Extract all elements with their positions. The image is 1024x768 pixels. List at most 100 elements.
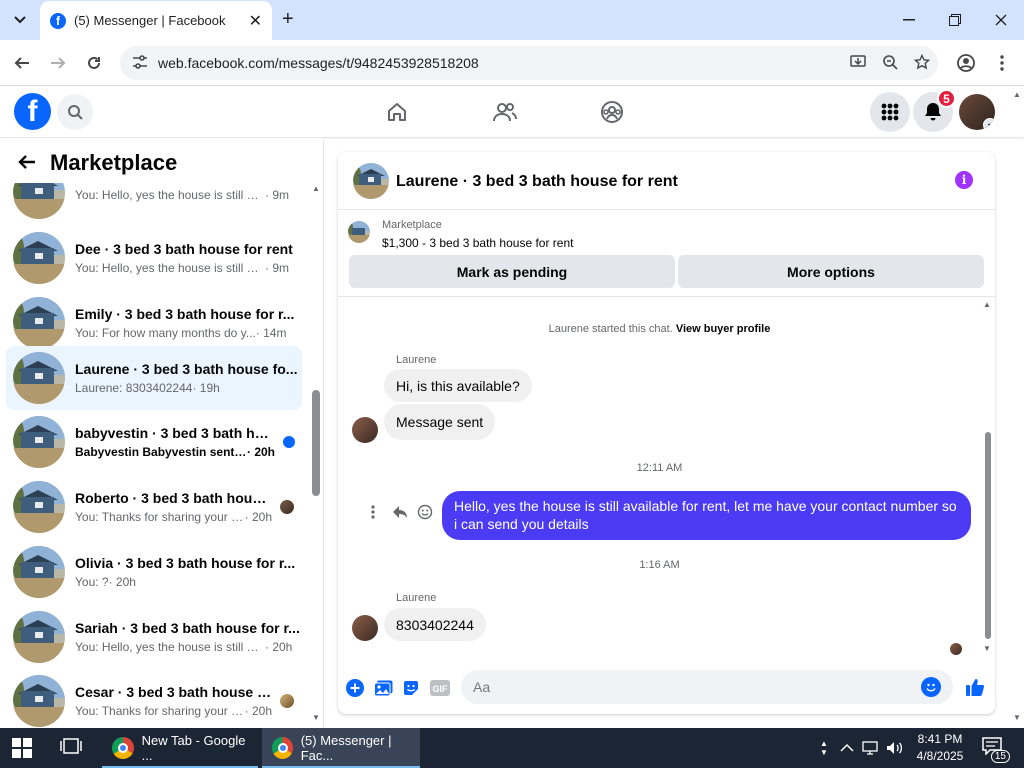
url-text[interactable]: web.facebook.com/messages/t/948245392851… — [158, 55, 842, 71]
scroll-down-arrow-icon[interactable]: ▼ — [983, 644, 991, 653]
conversation-item[interactable]: You: Hello, yes the house is still av...… — [6, 183, 302, 225]
new-tab-button[interactable]: + — [282, 8, 294, 30]
zoom-icon[interactable] — [874, 54, 906, 73]
scroll-up-arrow-icon[interactable]: ▲ — [983, 300, 991, 309]
incoming-message[interactable]: Hi, is this available? — [384, 369, 532, 402]
facebook-logo[interactable]: f — [14, 93, 51, 130]
reload-button[interactable] — [82, 51, 106, 75]
info-icon[interactable]: i — [955, 171, 973, 189]
show-hidden-icons-button[interactable] — [840, 728, 854, 768]
profile-avatar[interactable]: ▾ — [959, 94, 995, 130]
listing-title[interactable]: $1,300 - 3 bed 3 bath house for rent — [382, 236, 573, 250]
groups-nav-button[interactable] — [600, 100, 624, 124]
conversation-preview: You: ? — [75, 575, 109, 589]
sender-avatar[interactable] — [352, 417, 378, 443]
conversation-time: · 20h — [108, 575, 136, 589]
conversation-time: · 14m — [255, 326, 287, 340]
arrow-left-icon — [14, 57, 29, 69]
task-view-button[interactable] — [60, 736, 84, 760]
more-actions-icon[interactable] — [371, 505, 375, 522]
profile-icon[interactable] — [954, 51, 978, 75]
message-input[interactable] — [473, 679, 913, 695]
browser-menu-icon[interactable] — [990, 51, 1014, 75]
conversation-item[interactable]: babyvestin · 3 bed 3 bath hou... Babyves… — [6, 410, 302, 474]
scroll-up-arrow-icon[interactable]: ▲ — [312, 184, 320, 193]
friends-nav-button[interactable] — [493, 100, 517, 124]
close-window-button[interactable] — [978, 6, 1024, 34]
gif-icon[interactable]: GIF — [429, 678, 451, 698]
incoming-message[interactable]: Message sent — [384, 404, 496, 440]
minimize-button[interactable] — [886, 6, 932, 34]
conversation-item[interactable]: Cesar · 3 bed 3 bath house fo... You: Th… — [6, 669, 302, 728]
incoming-message[interactable]: 8303402244 — [384, 608, 486, 641]
browser-toolbar: web.facebook.com/messages/t/948245392851… — [0, 40, 1024, 86]
message-input-box[interactable] — [461, 670, 953, 704]
conversation-preview: Laurene: 8303402244 — [75, 381, 193, 395]
taskbar-app-messenger[interactable]: (5) Messenger | Fac... — [262, 728, 420, 768]
close-tab-icon[interactable]: ✕ — [249, 11, 262, 31]
photo-icon[interactable] — [373, 678, 393, 698]
browser-tab-messenger[interactable]: f (5) Messenger | Facebook ✕ — [40, 1, 272, 40]
outgoing-message[interactable]: Hello, yes the house is still available … — [442, 491, 971, 540]
chevron-up-icon: ▲ — [820, 739, 828, 748]
back-button[interactable] — [10, 51, 34, 75]
close-icon — [995, 14, 1007, 26]
chat-title[interactable]: Laurene · 3 bed 3 bath house for rent — [396, 173, 678, 191]
listing-thumbnail[interactable] — [348, 221, 370, 243]
search-button[interactable] — [57, 94, 93, 130]
chat-scrollbar[interactable] — [985, 432, 991, 639]
restore-button[interactable] — [932, 6, 978, 34]
conversation-time: · 20h — [265, 640, 293, 654]
sender-avatar[interactable] — [352, 615, 378, 641]
install-app-icon[interactable] — [842, 54, 874, 73]
menu-button[interactable] — [870, 92, 910, 132]
conversation-item[interactable]: Olivia · 3 bed 3 bath house for r... You… — [6, 540, 302, 604]
conversation-name: babyvestin · 3 bed 3 bath hou... — [75, 425, 275, 441]
address-bar[interactable]: web.facebook.com/messages/t/948245392851… — [120, 46, 938, 80]
sidebar-header: Marketplace — [18, 150, 177, 176]
plus-icon[interactable] — [345, 678, 365, 698]
back-arrow-icon[interactable] — [18, 150, 36, 176]
windows-start-button[interactable] — [12, 738, 32, 758]
action-center-button[interactable]: 15 — [982, 737, 1010, 763]
conversation-preview: You: Thanks for sharing your n... — [75, 510, 245, 524]
conversation-time: · 20h — [244, 704, 272, 718]
network-icon[interactable] — [862, 728, 880, 768]
system-clock[interactable]: 8:41 PM 4/8/2025 — [912, 731, 968, 765]
forward-button[interactable] — [46, 51, 70, 75]
sidebar-scrollbar[interactable] — [312, 390, 320, 496]
reply-icon[interactable] — [392, 505, 408, 522]
mark-as-pending-button[interactable]: Mark as pending — [349, 255, 675, 288]
home-nav-button[interactable] — [385, 100, 409, 124]
conversation-time: · 9m — [265, 188, 289, 202]
house-avatar — [13, 232, 65, 284]
conversation-item[interactable]: Sariah · 3 bed 3 bath house for r... You… — [6, 605, 302, 669]
bookmark-star-icon[interactable] — [906, 53, 938, 73]
volume-icon[interactable] — [886, 728, 904, 768]
timestamp: 12:11 AM — [636, 462, 683, 474]
scroll-down-arrow-icon[interactable]: ▼ — [312, 713, 320, 722]
house-avatar[interactable] — [353, 163, 389, 199]
page-scroll-down-icon[interactable]: ▼ — [1013, 713, 1021, 722]
sticker-icon[interactable] — [401, 678, 421, 698]
restore-icon — [949, 14, 961, 26]
conversation-name: Sariah · 3 bed 3 bath house for r... — [75, 620, 300, 636]
react-emoji-icon[interactable] — [417, 504, 433, 523]
thumbs-up-icon[interactable] — [964, 676, 986, 698]
conversation-item[interactable]: Dee · 3 bed 3 bath house for rent You: H… — [6, 226, 302, 290]
tab-search-button[interactable] — [8, 8, 32, 32]
more-options-button[interactable]: More options — [678, 255, 984, 288]
site-settings-icon[interactable] — [132, 54, 152, 72]
unread-dot-icon — [283, 436, 295, 448]
conversation-item[interactable]: Roberto · 3 bed 3 bath house ... You: Th… — [6, 475, 302, 539]
sender-name: Laurene — [396, 354, 437, 366]
conversation-name: Olivia · 3 bed 3 bath house for r... — [75, 555, 296, 571]
taskbar-scroll-arrows[interactable]: ▲ ▼ — [820, 728, 828, 768]
taskbar-app-new-tab[interactable]: New Tab - Google ... — [102, 728, 258, 768]
view-buyer-profile-link[interactable]: View buyer profile — [676, 323, 771, 335]
page-scroll-up-icon[interactable]: ▲ — [1013, 90, 1021, 99]
chevron-down-icon: ▼ — [820, 748, 828, 757]
emoji-icon[interactable] — [921, 677, 941, 697]
conversation-item-active[interactable]: Laurene · 3 bed 3 bath house fo... Laure… — [6, 346, 302, 410]
marketplace-sidebar: Marketplace You: Hello, yes the house is… — [0, 138, 324, 728]
